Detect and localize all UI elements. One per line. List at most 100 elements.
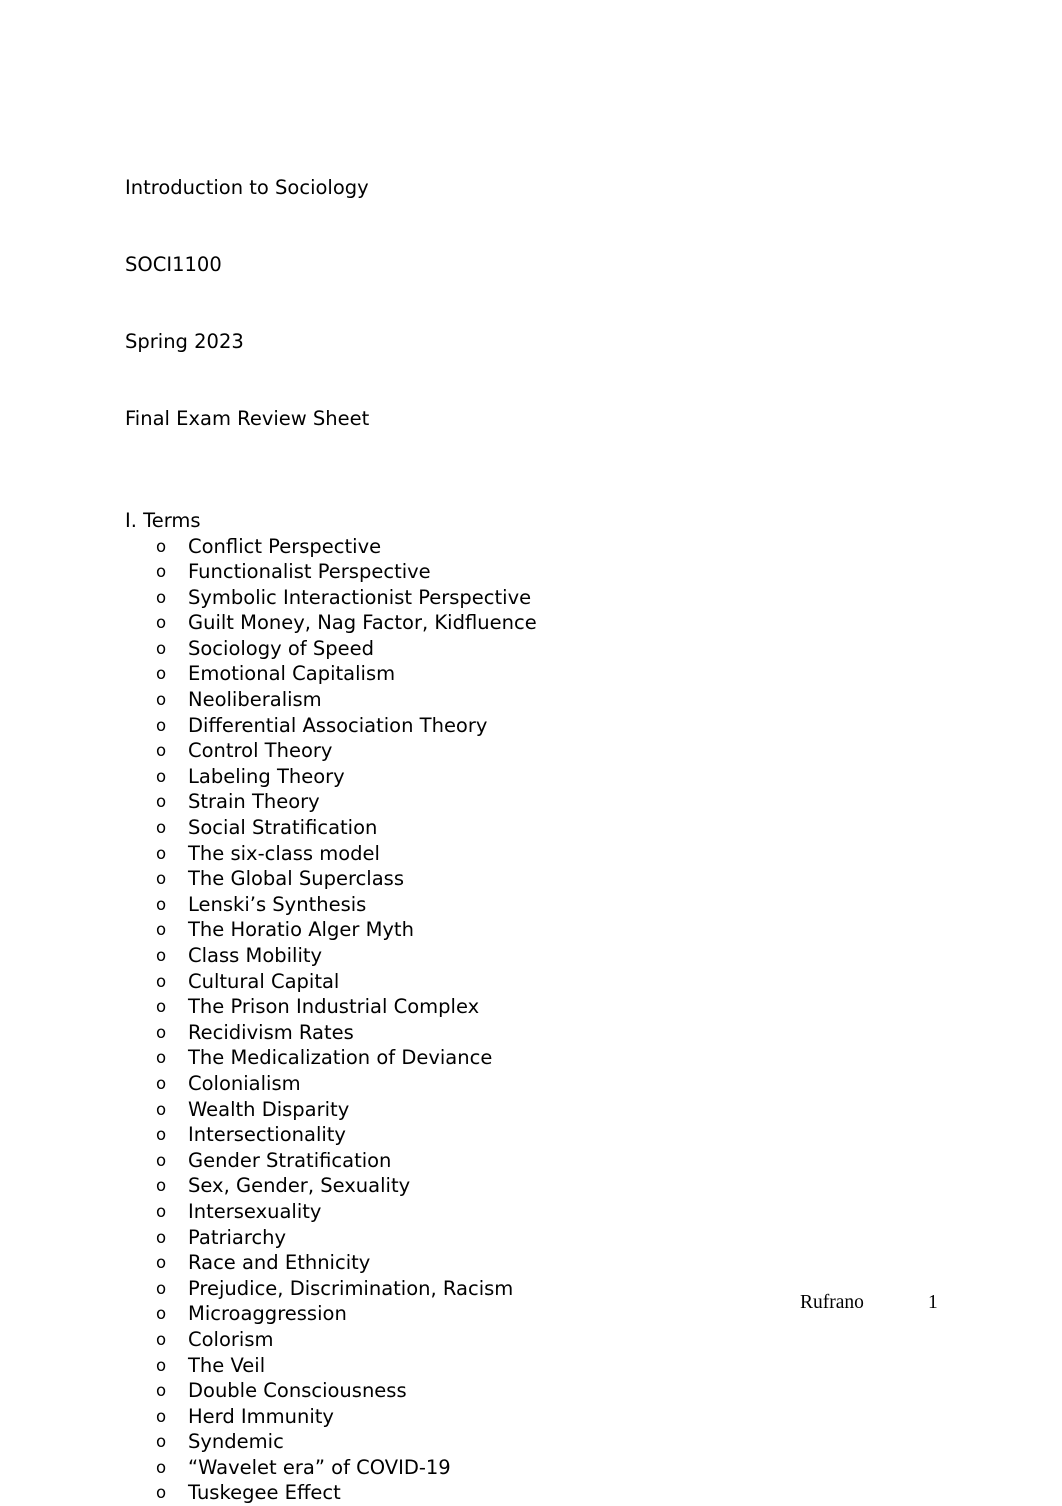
footer-page-number: 1	[928, 1288, 938, 1318]
term-label: Differential Association Theory	[188, 713, 487, 739]
circle-bullet-icon: o	[156, 764, 174, 790]
term-label: Lenski’s Synthesis	[188, 892, 366, 918]
term-label: Symbolic Interactionist Perspective	[188, 585, 531, 611]
list-item: o Cultural Capital	[125, 969, 955, 995]
circle-bullet-icon: o	[156, 969, 174, 995]
list-item: o Wealth Disparity	[125, 1097, 955, 1123]
list-item: o Intersexuality	[125, 1199, 955, 1225]
circle-bullet-icon: o	[156, 1378, 174, 1404]
list-item: o Control Theory	[125, 738, 955, 764]
section-heading-terms: I. Terms	[125, 508, 955, 534]
circle-bullet-icon: o	[156, 866, 174, 892]
list-item: o Herd Immunity	[125, 1404, 955, 1430]
list-item: oThe Prison Industrial Complex	[125, 994, 955, 1020]
term-label: Neoliberalism	[188, 687, 322, 713]
term-label: Herd Immunity	[188, 1404, 334, 1430]
term-label: Guilt Money, Nag Factor, Kidfluence	[188, 610, 537, 636]
circle-bullet-icon: o	[156, 892, 174, 918]
term-label: Labeling Theory	[188, 764, 345, 790]
term-label: Cultural Capital	[188, 969, 339, 995]
list-item: oThe Veil	[125, 1353, 955, 1379]
circle-bullet-icon: o	[156, 841, 174, 867]
circle-bullet-icon: o	[156, 1404, 174, 1430]
term-label: The Horatio Alger Myth	[188, 917, 414, 943]
term-label: Tuskegee Effect	[188, 1480, 341, 1506]
term-label: Intersectionality	[188, 1122, 346, 1148]
header-line-document-type: Final Exam Review Sheet	[125, 406, 955, 432]
list-item: o Differential Association Theory	[125, 713, 955, 739]
page-footer: Rufrano 1	[125, 1288, 955, 1318]
circle-bullet-icon: o	[156, 943, 174, 969]
list-item: o Sociology of Speed	[125, 636, 955, 662]
list-item: o Tuskegee Effect	[125, 1480, 955, 1506]
circle-bullet-icon: o	[156, 815, 174, 841]
circle-bullet-icon: o	[156, 1199, 174, 1225]
list-item: o The Medicalization of Deviance	[125, 1045, 955, 1071]
list-item: o Labeling Theory	[125, 764, 955, 790]
circle-bullet-icon: o	[156, 1250, 174, 1276]
term-label: “Wavelet era” of COVID-19	[188, 1455, 451, 1481]
terms-list: oConflict PerspectiveoFunctionalist Pers…	[125, 534, 955, 1506]
list-item: o Colorism	[125, 1327, 955, 1353]
list-item: oClass Mobility	[125, 943, 955, 969]
term-label: Recidivism Rates	[188, 1020, 354, 1046]
circle-bullet-icon: o	[156, 687, 174, 713]
term-label: The Medicalization of Deviance	[188, 1045, 492, 1071]
term-label: The Global Superclass	[188, 866, 404, 892]
list-item: o Sex, Gender, Sexuality	[125, 1173, 955, 1199]
circle-bullet-icon: o	[156, 738, 174, 764]
term-label: Wealth Disparity	[188, 1097, 349, 1123]
circle-bullet-icon: o	[156, 789, 174, 815]
term-label: Sociology of Speed	[188, 636, 374, 662]
header-line-course-title: Introduction to Sociology	[125, 175, 955, 201]
circle-bullet-icon: o	[156, 1327, 174, 1353]
list-item: o“Wavelet era” of COVID-19	[125, 1455, 955, 1481]
spacer-line	[125, 482, 955, 508]
circle-bullet-icon: o	[156, 1148, 174, 1174]
footer-author: Rufrano	[800, 1288, 864, 1318]
term-label: Syndemic	[188, 1429, 284, 1455]
term-label: Race and Ethnicity	[188, 1250, 370, 1276]
document-header-block: Introduction to Sociology SOCI1100 Sprin…	[125, 124, 955, 482]
circle-bullet-icon: o	[156, 636, 174, 662]
list-item: o Syndemic	[125, 1429, 955, 1455]
list-item: o Lenski’s Synthesis	[125, 892, 955, 918]
list-item: o Neoliberalism	[125, 687, 955, 713]
list-item: o Double Consciousness	[125, 1378, 955, 1404]
list-item: o The six-class model	[125, 841, 955, 867]
circle-bullet-icon: o	[156, 661, 174, 687]
term-label: Double Consciousness	[188, 1378, 407, 1404]
list-item: o Colonialism	[125, 1071, 955, 1097]
term-label: Intersexuality	[188, 1199, 321, 1225]
list-item: o The Horatio Alger Myth	[125, 917, 955, 943]
circle-bullet-icon: o	[156, 1045, 174, 1071]
term-label: The Prison Industrial Complex	[188, 994, 479, 1020]
list-item: o Emotional Capitalism	[125, 661, 955, 687]
term-label: Sex, Gender, Sexuality	[188, 1173, 410, 1199]
term-label: Conflict Perspective	[188, 534, 381, 560]
circle-bullet-icon: o	[156, 1480, 174, 1506]
list-item: oGuilt Money, Nag Factor, Kidfluence	[125, 610, 955, 636]
list-item: o Social Stratification	[125, 815, 955, 841]
term-label: Functionalist Perspective	[188, 559, 431, 585]
term-label: The six-class model	[188, 841, 380, 867]
term-label: The Veil	[188, 1353, 265, 1379]
term-label: Social Stratification	[188, 815, 377, 841]
circle-bullet-icon: o	[156, 1097, 174, 1123]
term-label: Colonialism	[188, 1071, 301, 1097]
header-line-course-code: SOCI1100	[125, 252, 955, 278]
circle-bullet-icon: o	[156, 1225, 174, 1251]
circle-bullet-icon: o	[156, 1173, 174, 1199]
list-item: oFunctionalist Perspective	[125, 559, 955, 585]
list-item: oIntersectionality	[125, 1122, 955, 1148]
term-label: Control Theory	[188, 738, 332, 764]
circle-bullet-icon: o	[156, 1071, 174, 1097]
list-item: oRecidivism Rates	[125, 1020, 955, 1046]
term-label: Colorism	[188, 1327, 273, 1353]
term-label: Patriarchy	[188, 1225, 286, 1251]
circle-bullet-icon: o	[156, 1429, 174, 1455]
term-label: Emotional Capitalism	[188, 661, 395, 687]
list-item: oConflict Perspective	[125, 534, 955, 560]
circle-bullet-icon: o	[156, 713, 174, 739]
circle-bullet-icon: o	[156, 917, 174, 943]
